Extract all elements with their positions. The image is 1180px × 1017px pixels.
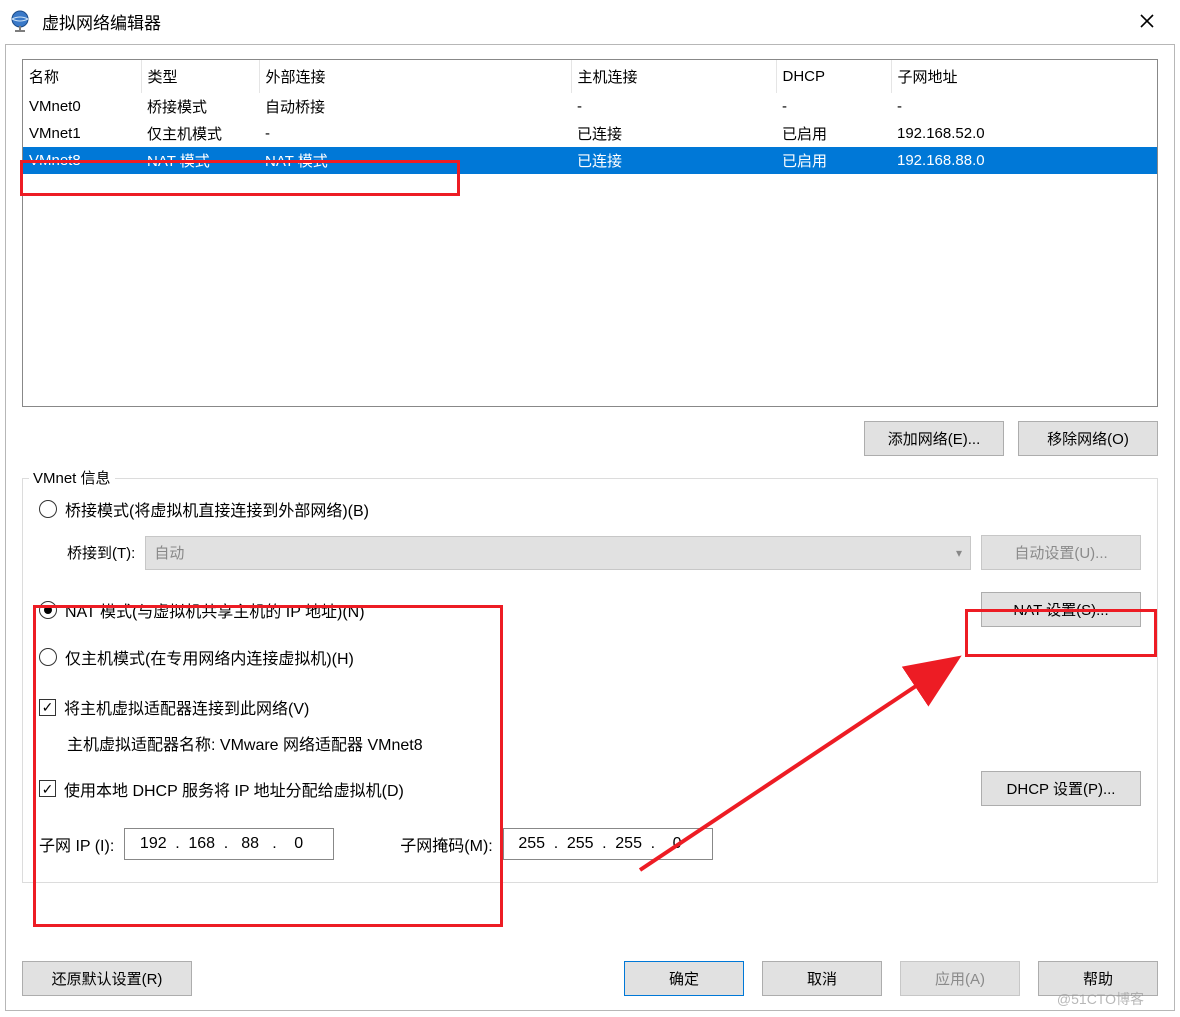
table-cell: - <box>259 120 571 147</box>
col-dhcp[interactable]: DHCP <box>776 60 891 93</box>
table-cell: 已连接 <box>571 120 776 147</box>
col-subnet[interactable]: 子网地址 <box>891 60 1157 93</box>
table-cell: 192.168.52.0 <box>891 120 1157 147</box>
col-type[interactable]: 类型 <box>141 60 259 93</box>
ip-octet[interactable]: 0 <box>655 835 699 853</box>
titlebar: 虚拟网络编辑器 <box>0 0 1180 42</box>
table-cell: - <box>571 93 776 120</box>
dhcp-settings-button[interactable]: DHCP 设置(P)... <box>981 771 1141 806</box>
remove-network-button[interactable]: 移除网络(O) <box>1018 421 1158 456</box>
table-cell: 桥接模式 <box>141 93 259 120</box>
col-name[interactable]: 名称 <box>23 60 141 93</box>
ip-octet[interactable]: 192 <box>131 835 175 853</box>
watermark: @51CTO博客 <box>1057 989 1144 1009</box>
radio-icon <box>39 601 57 619</box>
host-adapter-name: 主机虚拟适配器名称: VMware 网络适配器 VMnet8 <box>67 731 1141 755</box>
connect-host-adapter-label: 将主机虚拟适配器连接到此网络(V) <box>64 695 309 719</box>
ok-button[interactable]: 确定 <box>624 961 744 996</box>
subnet-mask-label: 子网掩码(M): <box>400 832 492 856</box>
table-row[interactable]: VMnet8NAT 模式NAT 模式已连接已启用192.168.88.0 <box>23 147 1157 174</box>
ip-octet[interactable]: 255 <box>607 835 651 853</box>
bridged-to-label: 桥接到(T): <box>67 542 135 563</box>
vmnet-info-group: VMnet 信息 桥接模式(将虚拟机直接连接到外部网络)(B) 桥接到(T): … <box>22 478 1158 883</box>
chevron-down-icon: ▾ <box>956 546 962 560</box>
table-cell: - <box>891 93 1157 120</box>
dialog-content: 名称 类型 外部连接 主机连接 DHCP 子网地址 VMnet0桥接模式自动桥接… <box>5 44 1175 1011</box>
table-header-row: 名称 类型 外部连接 主机连接 DHCP 子网地址 <box>23 60 1157 93</box>
col-host[interactable]: 主机连接 <box>571 60 776 93</box>
table-cell: NAT 模式 <box>259 147 571 174</box>
hostonly-mode-radio[interactable]: 仅主机模式(在专用网络内连接虚拟机)(H) <box>39 645 354 669</box>
nat-mode-radio[interactable]: NAT 模式(与虚拟机共享主机的 IP 地址)(N) <box>39 598 365 622</box>
table-cell: VMnet1 <box>23 120 141 147</box>
nat-mode-label: NAT 模式(与虚拟机共享主机的 IP 地址)(N) <box>65 598 365 622</box>
checkbox-icon <box>39 699 56 716</box>
cancel-button[interactable]: 取消 <box>762 961 882 996</box>
table-cell: 192.168.88.0 <box>891 147 1157 174</box>
radio-icon <box>39 648 57 666</box>
nat-settings-button[interactable]: NAT 设置(S)... <box>981 592 1141 627</box>
hostonly-mode-label: 仅主机模式(在专用网络内连接虚拟机)(H) <box>65 645 354 669</box>
ip-octet[interactable]: 255 <box>510 835 554 853</box>
table-cell: VMnet8 <box>23 147 141 174</box>
close-button[interactable] <box>1124 0 1170 42</box>
use-dhcp-checkbox[interactable]: 使用本地 DHCP 服务将 IP 地址分配给虚拟机(D) <box>39 777 404 801</box>
subnet-ip-label: 子网 IP (I): <box>39 832 114 856</box>
table-cell: 自动桥接 <box>259 93 571 120</box>
table-cell: - <box>776 93 891 120</box>
table-cell: 已启用 <box>776 147 891 174</box>
bridged-to-value: 自动 <box>154 542 184 563</box>
ip-octet[interactable]: 255 <box>558 835 602 853</box>
restore-defaults-button[interactable]: 还原默认设置(R) <box>22 961 192 996</box>
col-external[interactable]: 外部连接 <box>259 60 571 93</box>
bridged-mode-radio[interactable]: 桥接模式(将虚拟机直接连接到外部网络)(B) <box>39 497 369 521</box>
ip-octet[interactable]: 88 <box>228 835 272 853</box>
table-row[interactable]: VMnet1仅主机模式-已连接已启用192.168.52.0 <box>23 120 1157 147</box>
table-cell: 已连接 <box>571 147 776 174</box>
radio-icon <box>39 500 57 518</box>
vmnet-info-legend: VMnet 信息 <box>29 467 115 488</box>
add-network-button[interactable]: 添加网络(E)... <box>864 421 1004 456</box>
table-cell: VMnet0 <box>23 93 141 120</box>
ip-octet[interactable]: 0 <box>277 835 321 853</box>
checkbox-icon <box>39 780 56 797</box>
network-table[interactable]: 名称 类型 外部连接 主机连接 DHCP 子网地址 VMnet0桥接模式自动桥接… <box>22 59 1158 407</box>
table-cell: 仅主机模式 <box>141 120 259 147</box>
connect-host-adapter-checkbox[interactable]: 将主机虚拟适配器连接到此网络(V) <box>39 695 309 719</box>
table-cell: 已启用 <box>776 120 891 147</box>
use-dhcp-label: 使用本地 DHCP 服务将 IP 地址分配给虚拟机(D) <box>64 777 404 801</box>
table-row[interactable]: VMnet0桥接模式自动桥接--- <box>23 93 1157 120</box>
bridged-to-select: 自动 ▾ <box>145 536 971 570</box>
ip-octet[interactable]: 168 <box>180 835 224 853</box>
auto-settings-button: 自动设置(U)... <box>981 535 1141 570</box>
subnet-ip-input[interactable]: 192. 168. 88. 0 <box>124 828 334 860</box>
app-icon <box>8 9 32 33</box>
window-title: 虚拟网络编辑器 <box>42 9 161 34</box>
apply-button: 应用(A) <box>900 961 1020 996</box>
subnet-mask-input[interactable]: 255. 255. 255. 0 <box>503 828 713 860</box>
bridged-mode-label: 桥接模式(将虚拟机直接连接到外部网络)(B) <box>65 497 369 521</box>
table-cell: NAT 模式 <box>141 147 259 174</box>
